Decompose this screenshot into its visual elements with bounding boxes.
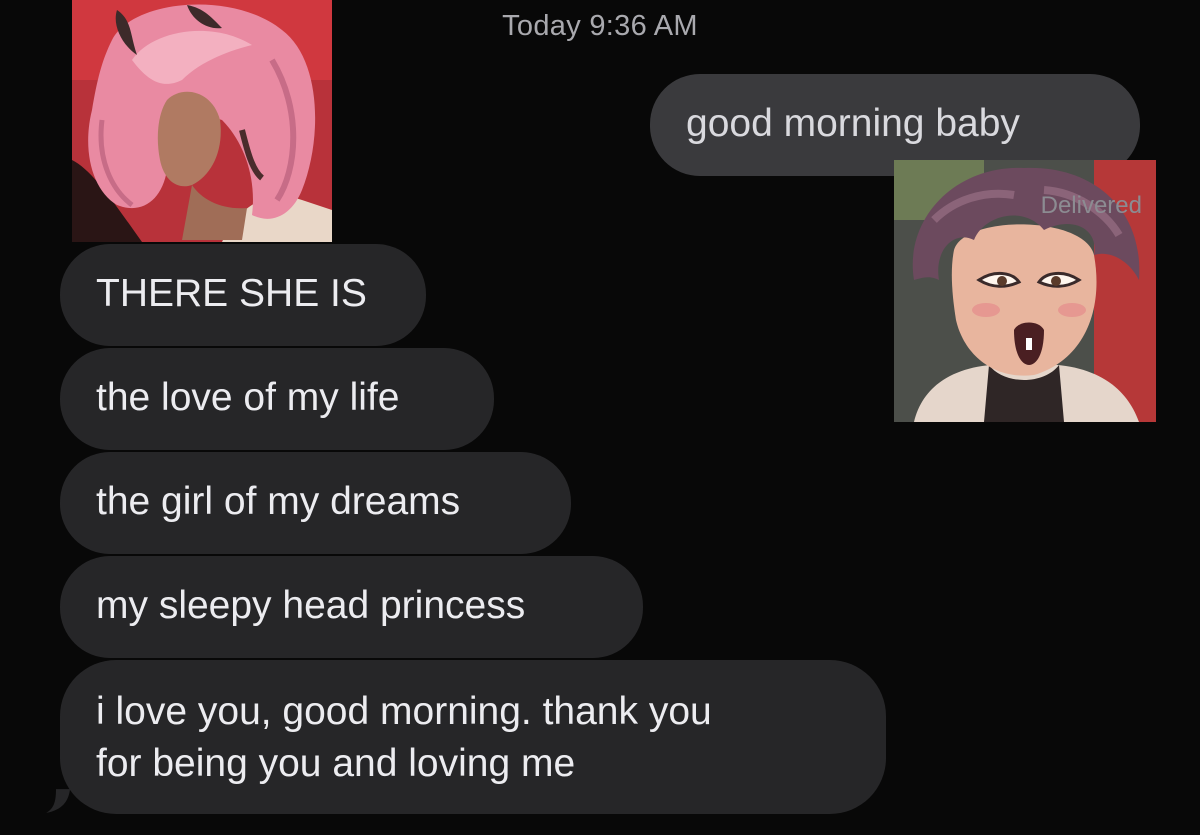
pink-haired-character-illustration bbox=[72, 0, 332, 242]
received-message-text: the girl of my dreams bbox=[96, 480, 461, 523]
sent-message-text: good morning baby bbox=[686, 102, 1020, 145]
pink-haired-character-sticker[interactable] bbox=[72, 0, 332, 242]
delivered-status: Delivered bbox=[1040, 192, 1142, 219]
received-message-bubble[interactable]: my sleepy head princess bbox=[60, 556, 643, 658]
received-message-text: my sleepy head princess bbox=[96, 584, 526, 627]
received-message-bubble[interactable]: THERE SHE IS bbox=[60, 244, 426, 346]
received-message-text: THERE SHE IS bbox=[96, 272, 367, 315]
received-message-text-line: for being you and loving me bbox=[96, 742, 576, 785]
received-message-bubble-last[interactable]: i love you, good morning. thank you for … bbox=[46, 660, 886, 814]
received-message-bubble[interactable]: the love of my life bbox=[60, 348, 494, 450]
received-message-text: the love of my life bbox=[96, 376, 400, 419]
bubble-tail-icon bbox=[46, 789, 70, 813]
received-message-text-line: i love you, good morning. thank you bbox=[96, 690, 712, 733]
received-message-bubble[interactable]: the girl of my dreams bbox=[60, 452, 571, 554]
